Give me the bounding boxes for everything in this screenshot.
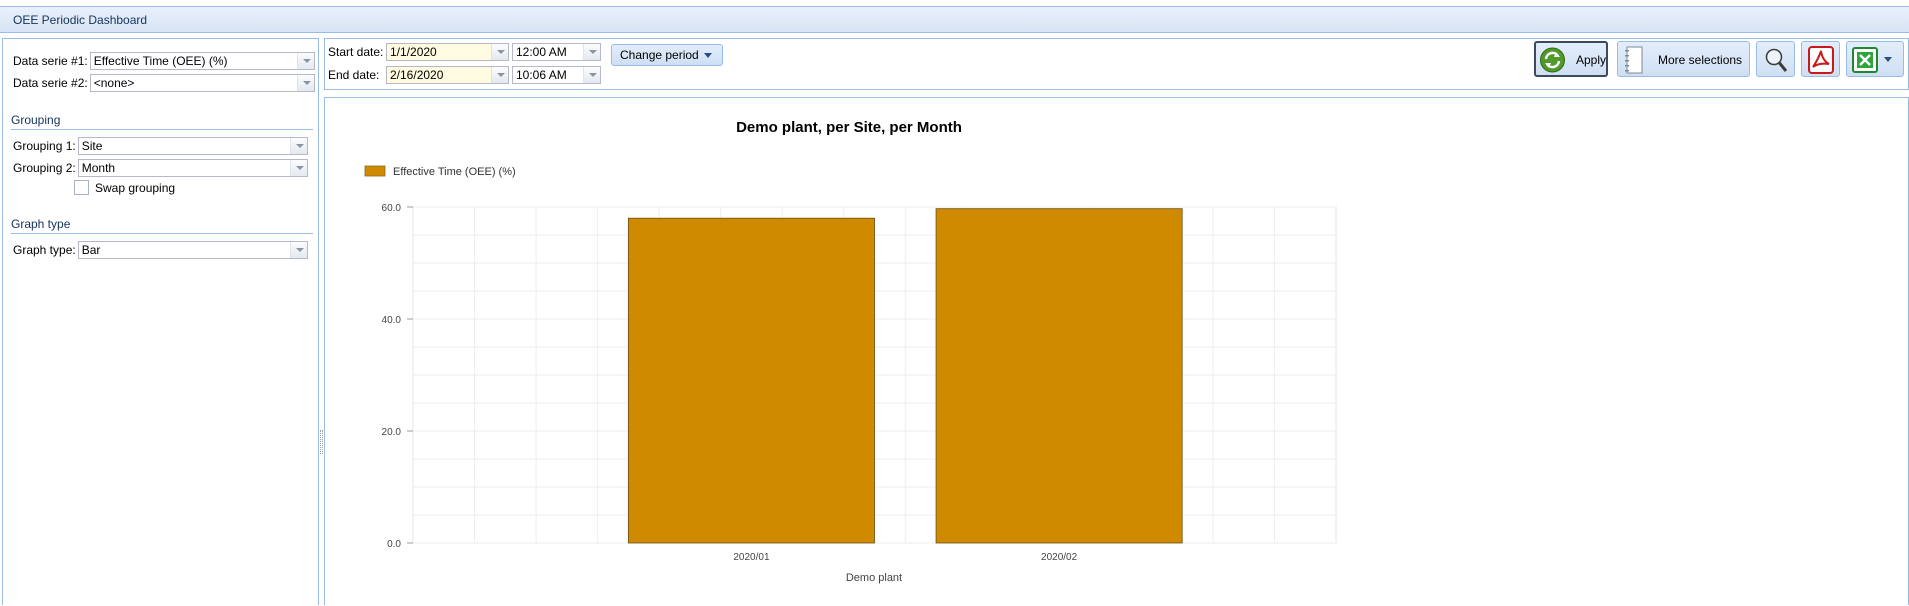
- chevron-down-icon[interactable]: [289, 241, 307, 258]
- x-axis-ticks: 2020/01 2020/02: [733, 552, 1077, 563]
- graph-type-heading: Graph type: [11, 217, 71, 231]
- legend-swatch: [364, 165, 386, 177]
- apply-label: Apply: [1576, 53, 1607, 67]
- window-title: OEE Periodic Dashboard: [13, 13, 148, 27]
- chevron-down-icon[interactable]: [583, 66, 600, 83]
- pdf-icon: [1808, 46, 1834, 74]
- y-tick-label: 60.0: [382, 203, 402, 214]
- calendar-trigger-icon[interactable]: [491, 43, 508, 60]
- end-date-row: End date: 2/16/2020 10:06 AM: [328, 65, 601, 84]
- y-tick-label: 40.0: [382, 315, 402, 326]
- window-title-bar: OEE Periodic Dashboard: [0, 6, 1909, 33]
- change-period-button[interactable]: Change period: [611, 44, 723, 66]
- y-tick-label: 20.0: [382, 427, 402, 438]
- x-axis-label: Demo plant: [846, 572, 902, 584]
- data-serie-2-label: Data serie #2:: [13, 75, 88, 90]
- data-serie-2-row: Data serie #2: <none>: [13, 73, 315, 92]
- end-date-value: 2/16/2020: [390, 67, 444, 82]
- start-date-field[interactable]: 1/1/2020: [386, 42, 509, 61]
- grouping-1-select[interactable]: Site: [77, 136, 308, 155]
- chevron-down-icon[interactable]: [289, 137, 307, 154]
- calendar-trigger-icon[interactable]: [491, 66, 508, 83]
- graph-type-value: Bar: [81, 242, 101, 257]
- graph-type-row: Graph type: Bar: [13, 240, 308, 259]
- change-period-label: Change period: [620, 48, 699, 62]
- end-date-label: End date:: [328, 67, 380, 82]
- toolbar: Start date: 1/1/2020 12:00 AM End date: …: [324, 38, 1909, 90]
- grouping-section-header: Grouping: [11, 113, 313, 130]
- excel-icon: [1852, 47, 1878, 73]
- apply-button[interactable]: Apply: [1534, 41, 1608, 77]
- x-tick-label: 2020/01: [733, 552, 770, 563]
- more-selections-label: More selections: [1658, 53, 1743, 67]
- chart-panel: Demo plant, per Site, per Month Effectiv…: [324, 97, 1909, 605]
- chevron-down-icon[interactable]: [583, 43, 600, 60]
- x-tick-label: 2020/02: [1041, 552, 1078, 563]
- bar-chart: Demo plant, per Site, per Month Effectiv…: [364, 119, 1337, 584]
- start-date-row: Start date: 1/1/2020 12:00 AM: [328, 42, 601, 61]
- settings-panel: Data serie #1: Effective Time (OEE) (%) …: [2, 38, 319, 605]
- y-axis-ticks: 0.0 20.0 40.0 60.0: [382, 203, 413, 550]
- data-serie-2-value: <none>: [93, 75, 135, 90]
- notebook-icon: [1625, 46, 1643, 74]
- chart-title: Demo plant, per Site, per Month: [736, 119, 962, 136]
- graph-type-label: Graph type:: [13, 242, 76, 257]
- start-time-field[interactable]: 12:00 AM: [512, 42, 601, 61]
- grouping-1-label: Grouping 1:: [13, 138, 76, 153]
- more-selections-button[interactable]: More selections: [1617, 41, 1750, 77]
- graph-type-select[interactable]: Bar: [77, 240, 308, 259]
- data-serie-1-label: Data serie #1:: [13, 53, 88, 68]
- grouping-1-row: Grouping 1: Site: [13, 136, 308, 155]
- start-date-value: 1/1/2020: [390, 44, 437, 59]
- legend-label: Effective Time (OEE) (%): [393, 166, 516, 178]
- end-time-field[interactable]: 10:06 AM: [512, 65, 601, 84]
- export-pdf-button[interactable]: [1801, 41, 1840, 77]
- swap-grouping-label: Swap grouping: [95, 180, 176, 195]
- chevron-down-icon: [703, 53, 712, 59]
- y-tick-label: 0.0: [387, 539, 401, 550]
- data-serie-1-row: Data serie #1: Effective Time (OEE) (%): [13, 51, 315, 70]
- export-excel-button[interactable]: [1846, 41, 1904, 77]
- panel-splitter-handle[interactable]: [320, 430, 323, 454]
- start-time-value: 12:00 AM: [516, 44, 567, 59]
- chevron-down-icon[interactable]: [289, 159, 307, 176]
- start-date-label: Start date:: [328, 44, 384, 59]
- zoom-button[interactable]: [1756, 41, 1795, 77]
- data-serie-1-select[interactable]: Effective Time (OEE) (%): [89, 51, 315, 70]
- grouping-2-value: Month: [81, 160, 116, 175]
- end-date-field[interactable]: 2/16/2020: [386, 65, 509, 84]
- end-time-value: 10:06 AM: [516, 67, 567, 82]
- grouping-1-value: Site: [81, 138, 103, 153]
- chevron-down-icon[interactable]: [296, 74, 314, 91]
- graph-type-section-header: Graph type: [11, 217, 313, 234]
- bar: [627, 217, 875, 544]
- data-serie-1-value: Effective Time (OEE) (%): [93, 53, 228, 68]
- chevron-down-icon[interactable]: [296, 52, 314, 69]
- grouping-heading: Grouping: [11, 113, 61, 127]
- bar: [935, 208, 1183, 544]
- grouping-2-label: Grouping 2:: [13, 160, 76, 175]
- chart-legend: Effective Time (OEE) (%): [364, 165, 516, 178]
- refresh-icon: [1540, 47, 1565, 73]
- grouping-2-row: Grouping 2: Month: [13, 158, 308, 177]
- magnifier-icon: [1765, 48, 1788, 72]
- data-serie-2-select[interactable]: <none>: [89, 73, 315, 92]
- swap-grouping-checkbox[interactable]: [74, 180, 89, 195]
- swap-grouping-row[interactable]: Swap grouping: [74, 178, 175, 197]
- grouping-2-select[interactable]: Month: [77, 158, 308, 177]
- chevron-down-icon[interactable]: [1884, 57, 1892, 62]
